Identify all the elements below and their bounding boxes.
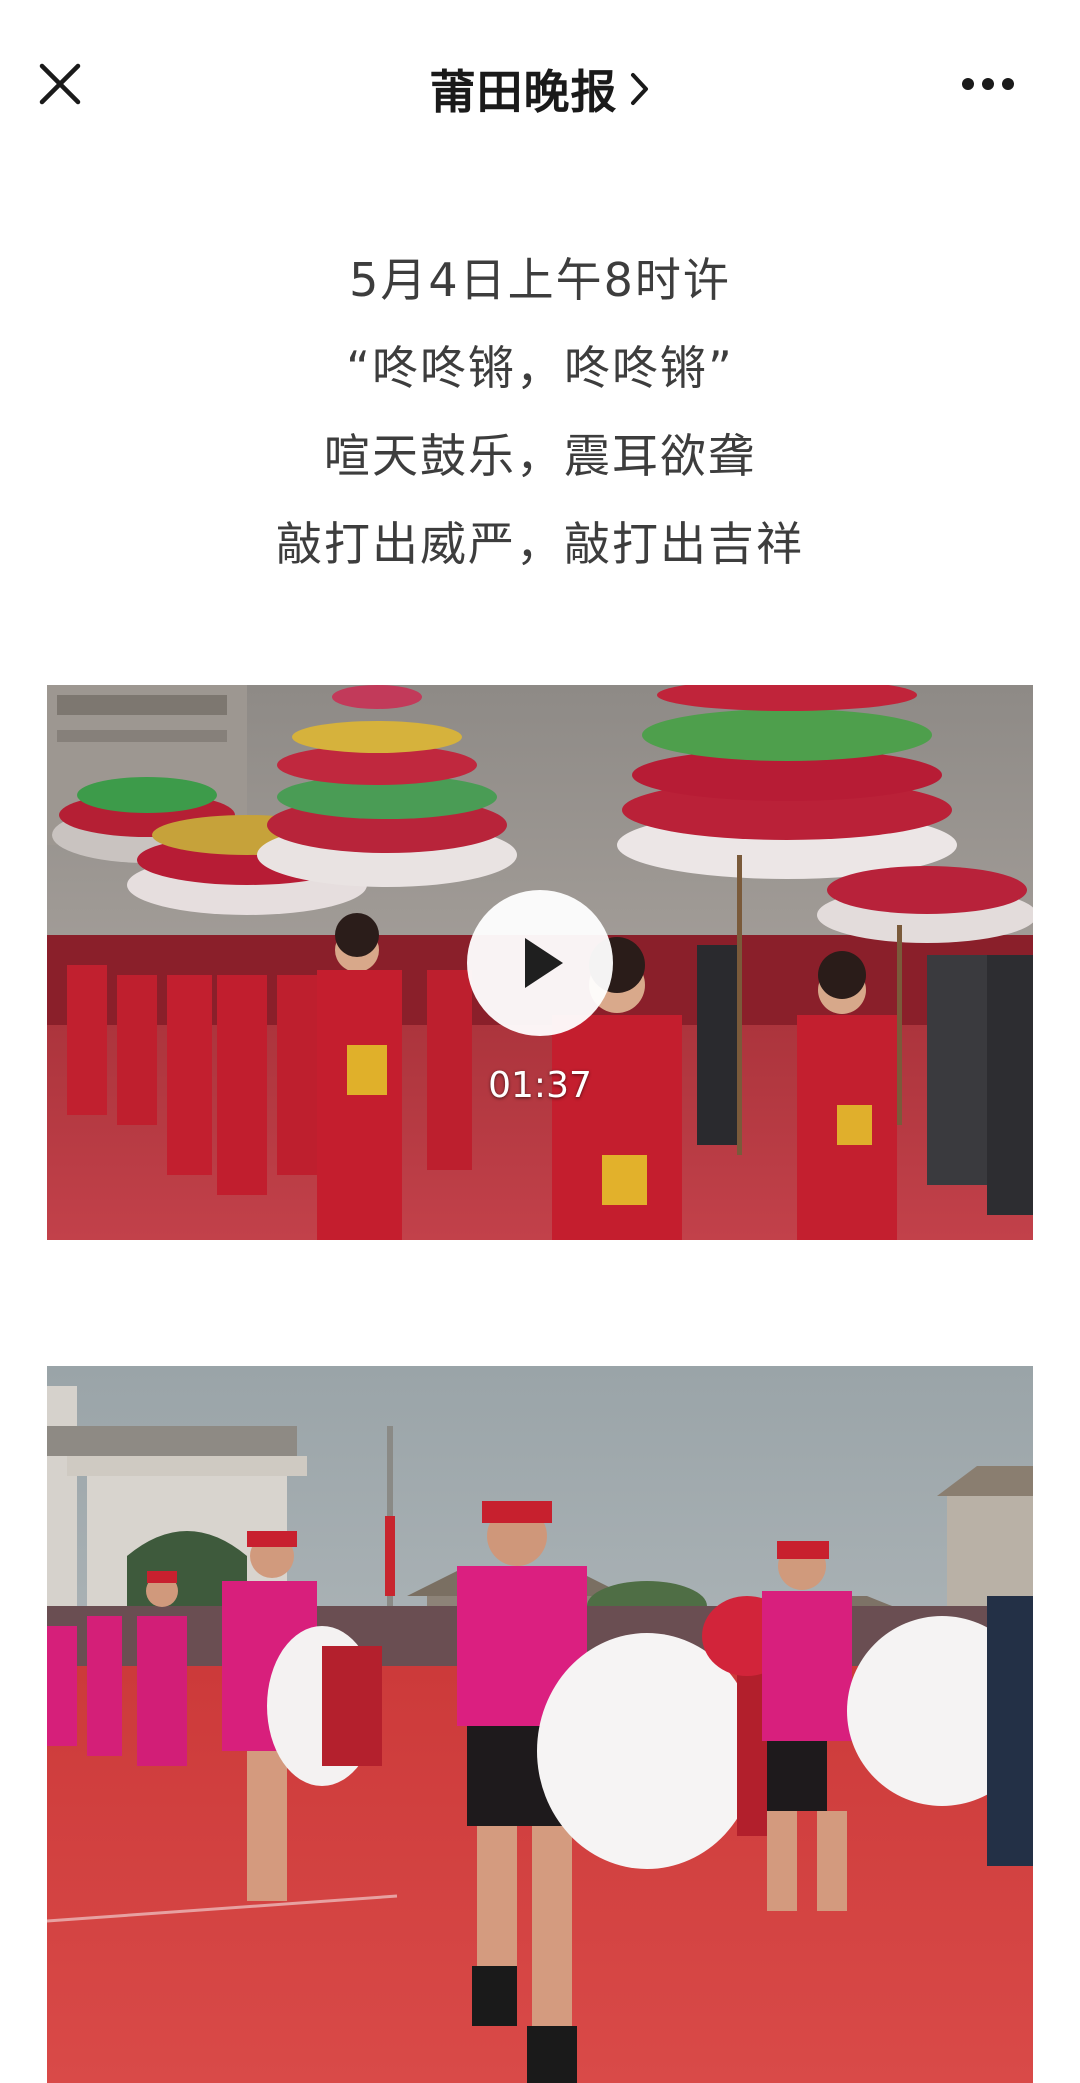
article-photo[interactable] (47, 1366, 1033, 2083)
drum-parade-image (47, 1366, 1033, 2083)
chevron-right-icon (629, 69, 651, 109)
intro-line: 5月4日上午8时许 (349, 253, 731, 307)
account-name: 莆田晚报 (429, 65, 618, 119)
top-navigation-bar: 莆田晚报 (0, 0, 1080, 168)
intro-line: 喧天鼓乐，震耳欲聋 (324, 429, 756, 483)
video-player[interactable]: 01:37 (47, 685, 1033, 1240)
intro-line: “咚咚锵，咚咚锵” (346, 341, 734, 395)
play-button[interactable] (467, 890, 613, 1036)
video-duration: 01:37 (488, 1065, 592, 1106)
account-title-link[interactable]: 莆田晚报 (0, 56, 1080, 122)
intro-line: 敲打出威严，敲打出吉祥 (276, 517, 804, 571)
more-button[interactable] (958, 70, 1018, 98)
more-dots-icon (962, 78, 1014, 90)
play-icon (525, 938, 563, 988)
article-intro-text: 5月4日上午8时许 “咚咚锵，咚咚锵” 喧天鼓乐，震耳欲聋 敲打出威严，敲打出吉… (0, 236, 1080, 588)
